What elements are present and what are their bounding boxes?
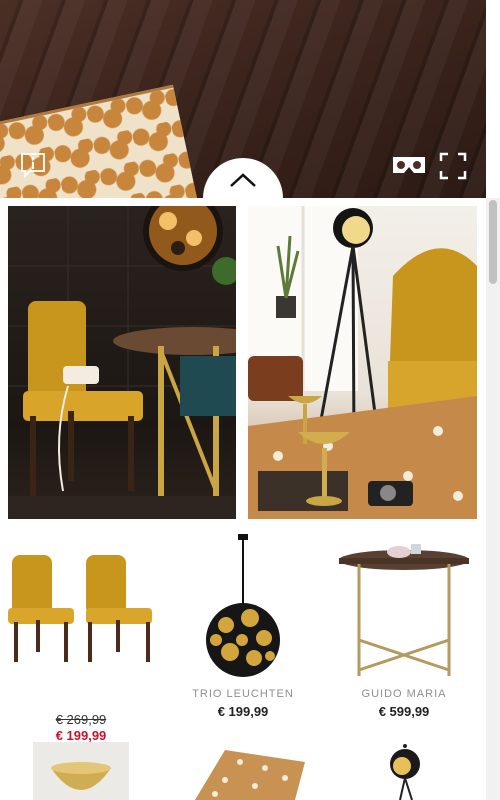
chevron-up-icon <box>230 173 256 187</box>
info-icon[interactable] <box>20 152 45 179</box>
product-image-floor-lamp[interactable] <box>380 742 430 800</box>
scrollbar-track[interactable] <box>486 198 500 800</box>
product-old-price: € 269,99 <box>55 712 107 727</box>
product-brand: GUIDO MARIA <box>361 688 447 700</box>
product-card-table[interactable]: GUIDO MARIA € 599,99 <box>329 530 479 719</box>
product-image-table[interactable] <box>329 530 479 680</box>
scrollbar-thumb[interactable] <box>489 200 497 284</box>
product-brand: TRIO LEUCHTEN <box>192 688 294 700</box>
product-price: € 199,99 <box>217 704 269 719</box>
dining-scene-image[interactable] <box>8 206 236 519</box>
product-image-pendant-lamp[interactable] <box>168 530 318 680</box>
fullscreen-icon[interactable] <box>439 152 467 180</box>
product-image-rug[interactable] <box>185 742 315 800</box>
product-image-chairs[interactable] <box>6 530 156 680</box>
product-price: € 199,99 <box>55 728 107 743</box>
living-scene-image[interactable] <box>248 206 477 519</box>
product-image-goblet[interactable] <box>33 742 129 800</box>
rug-pattern <box>0 84 203 198</box>
product-brand <box>6 688 156 704</box>
product-card-pendant-lamp[interactable]: TRIO LEUCHTEN € 199,99 <box>168 530 318 719</box>
vr-goggles-icon[interactable] <box>391 155 427 177</box>
product-card-chairs[interactable]: € 269,99 € 199,99 <box>6 530 156 743</box>
product-price: € 599,99 <box>378 704 430 719</box>
